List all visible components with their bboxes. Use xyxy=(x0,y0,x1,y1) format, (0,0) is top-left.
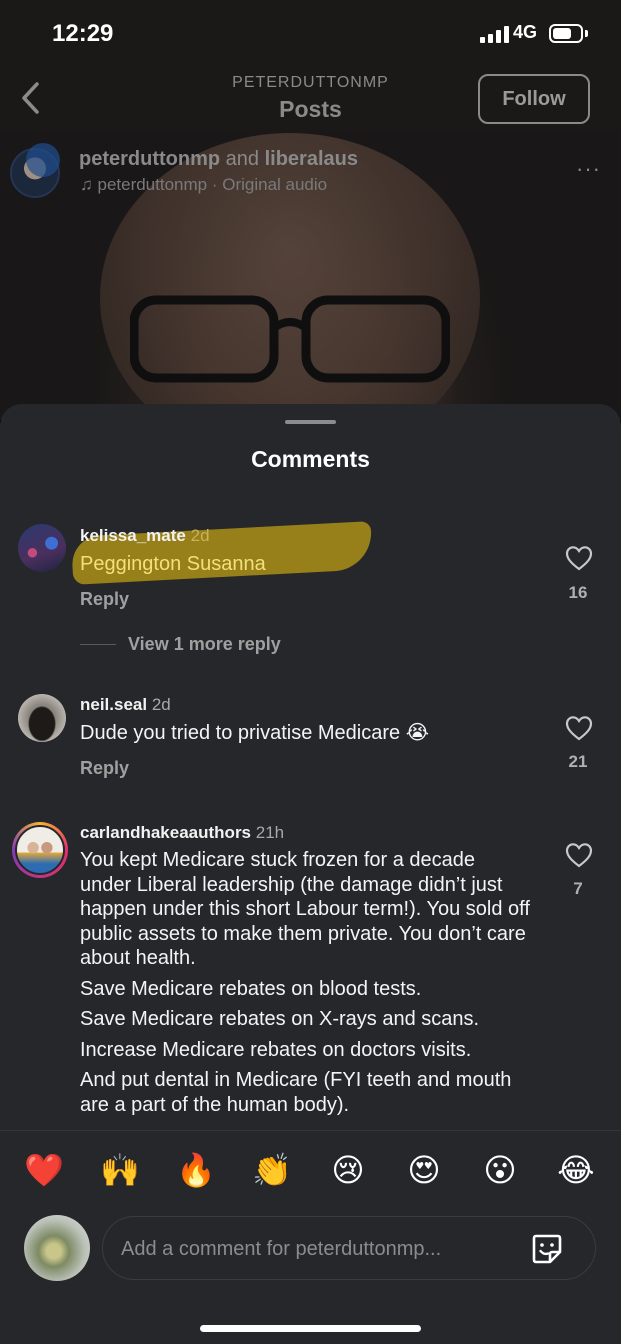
status-time: 12:29 xyxy=(52,20,114,47)
commenter-avatar[interactable] xyxy=(18,524,66,572)
tears-of-joy-emoji-button[interactable]: 😂 xyxy=(554,1148,598,1192)
battery-icon xyxy=(549,24,583,43)
comment-age: 2d xyxy=(151,695,171,714)
clapping-hands-emoji-button[interactable]: 👏 xyxy=(250,1148,294,1192)
heart-like-icon[interactable] xyxy=(565,545,593,571)
post-authors[interactable]: peterduttonmp and liberalaus xyxy=(79,148,358,171)
heart-like-icon[interactable] xyxy=(565,842,593,868)
comment-input[interactable] xyxy=(121,1231,521,1267)
like-count: 7 xyxy=(573,879,583,898)
reply-button[interactable]: Reply xyxy=(80,589,129,610)
commenter-avatar[interactable] xyxy=(18,694,66,742)
like-count: 21 xyxy=(568,752,588,771)
music-note-icon: ♫ xyxy=(80,175,93,194)
comment-username-text[interactable]: carlandhakeaauthors xyxy=(80,823,251,842)
post-audio-label: peterduttonmp · Original audio xyxy=(97,175,328,194)
heart-like-icon[interactable] xyxy=(565,715,593,741)
reply-button[interactable]: Reply xyxy=(80,758,129,779)
post-author-2[interactable]: liberalaus xyxy=(265,148,358,170)
comment-paragraph: And put dental in Medicare (FYI teeth an… xyxy=(80,1069,512,1116)
sheet-drag-handle[interactable] xyxy=(285,420,336,424)
status-bar: 12:29 4G xyxy=(0,0,621,60)
surprised-face-emoji-button[interactable]: 😮 xyxy=(478,1148,522,1192)
current-user-avatar xyxy=(24,1215,90,1281)
composer-divider xyxy=(0,1130,621,1131)
quick-reactions-bar: ❤️ 🙌 🔥 👏 😢 😍 😮 😂 xyxy=(0,1148,621,1192)
follow-button[interactable]: Follow xyxy=(478,74,590,124)
home-indicator[interactable] xyxy=(200,1325,421,1332)
comment-text: Peggington Susanna xyxy=(80,553,266,575)
comment-composer[interactable] xyxy=(102,1216,596,1280)
comment-paragraph: Increase Medicare rebates on doctors vis… xyxy=(80,1038,472,1061)
comment-text: You kept Medicare stuck frozen for a dec… xyxy=(80,848,530,1123)
comment-username-text[interactable]: kelissa_mate xyxy=(80,526,186,545)
sticker-icon[interactable] xyxy=(530,1232,564,1266)
post-authors-and: and xyxy=(220,148,265,170)
cellular-signal-icon xyxy=(480,26,509,43)
view-more-replies-label[interactable]: View 1 more reply xyxy=(128,634,281,655)
post-audio-line[interactable]: ♫ peterduttonmp · Original audio xyxy=(80,175,327,195)
post-header: peterduttonmp and liberalaus ♫ peterdutt… xyxy=(0,140,621,200)
comment-username[interactable]: kelissa_mate 2d xyxy=(80,526,210,546)
comment-age: 21h xyxy=(255,823,285,842)
network-type: 4G xyxy=(513,22,538,42)
thread-line xyxy=(80,644,116,645)
comment-paragraph: You kept Medicare stuck frozen for a dec… xyxy=(80,849,530,969)
comment-paragraph: Save Medicare rebates on X-rays and scan… xyxy=(80,1008,480,1030)
post-author-1[interactable]: peterduttonmp xyxy=(79,148,220,170)
fire-emoji-button[interactable]: 🔥 xyxy=(174,1148,218,1192)
post-coauthor-avatar[interactable] xyxy=(26,143,60,177)
raising-hands-emoji-button[interactable]: 🙌 xyxy=(98,1148,142,1192)
comment-username[interactable]: neil.seal 2d xyxy=(80,695,171,715)
sheet-title: Comments xyxy=(251,446,370,472)
comment-text: Dude you tried to privatise Medicare 😭 xyxy=(80,722,430,744)
comment-username-text[interactable]: neil.seal xyxy=(80,695,147,714)
commenter-avatar xyxy=(15,825,65,875)
comment-username[interactable]: carlandhakeaauthors 21h xyxy=(80,823,284,843)
crying-face-emoji-button[interactable]: 😢 xyxy=(326,1148,370,1192)
comment-paragraph: Save Medicare rebates on blood tests. xyxy=(80,977,422,1000)
view-more-replies-button[interactable]: View 1 more reply xyxy=(80,634,281,655)
comments-sheet: Comments kelissa_mate 2d Peggington Susa… xyxy=(0,404,621,1344)
red-heart-emoji-button[interactable]: ❤️ xyxy=(22,1148,66,1192)
top-nav-bar: PETERDUTTONMP Posts Follow xyxy=(0,62,621,132)
heart-eyes-emoji-button[interactable]: 😍 xyxy=(402,1148,446,1192)
battery-tip xyxy=(585,30,588,37)
commenter-avatar-story-ring[interactable] xyxy=(12,822,68,878)
more-options-icon[interactable]: ··· xyxy=(576,156,601,182)
like-count: 16 xyxy=(568,583,588,602)
comment-age: 2d xyxy=(190,526,210,545)
